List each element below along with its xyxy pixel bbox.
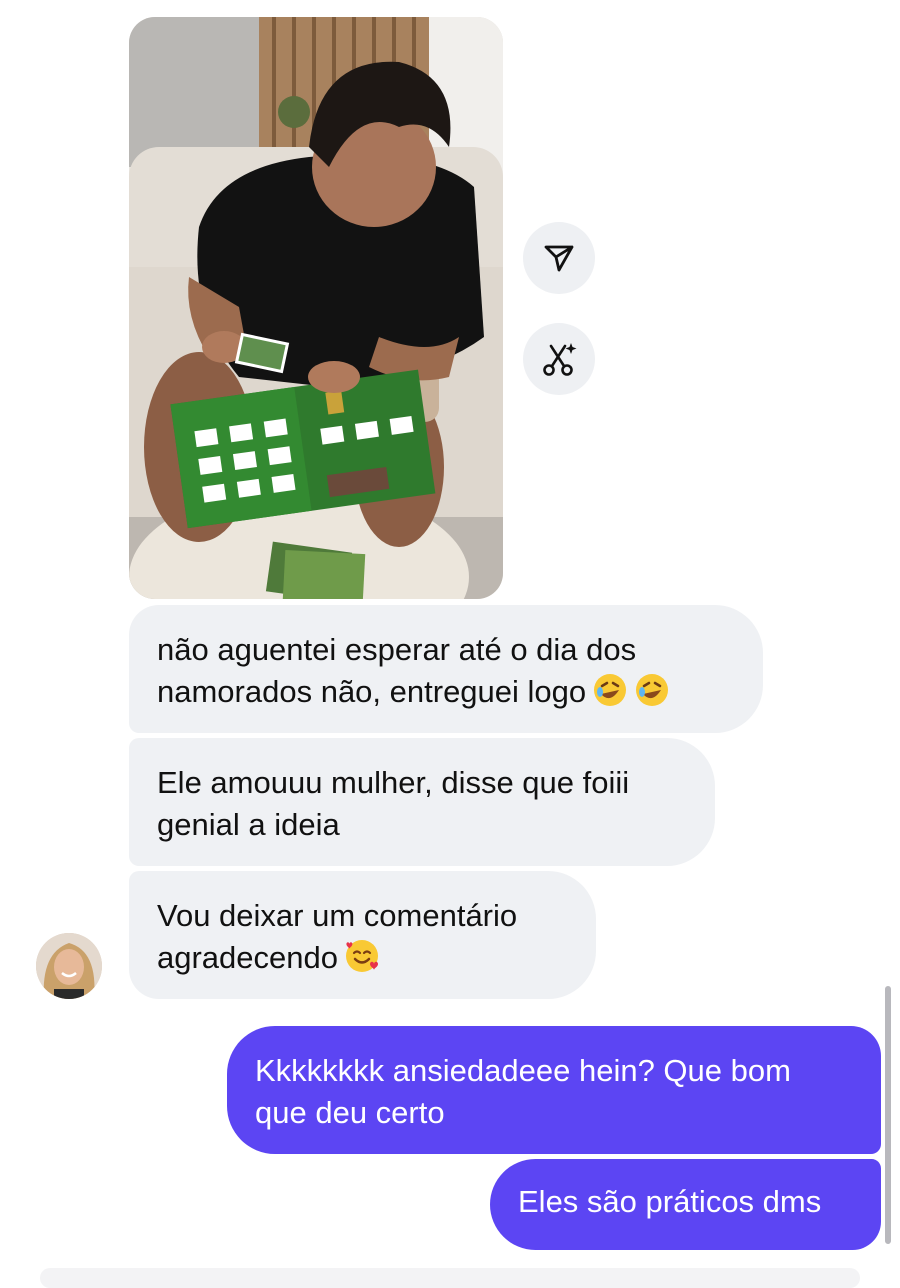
avatar-image [36,933,102,999]
incoming-message[interactable]: Ele amouuu mulher, disse que foiii genia… [129,738,715,866]
share-icon [544,245,574,272]
message-text: Vou deixar um comentário agradecendo [157,898,518,975]
message-text: não aguentei esperar até o dia dos namor… [157,632,637,709]
ai-cutout-button[interactable] [523,323,595,395]
scrollbar[interactable] [885,986,891,1244]
smiling-face-with-hearts-emoji-icon [346,940,378,972]
share-button[interactable] [523,222,595,294]
outgoing-message[interactable]: Kkkkkkkk ansiedadeee hein? Que bom que d… [227,1026,881,1154]
incoming-message[interactable]: não aguentei esperar até o dia dos namor… [129,605,763,733]
message-text: Ele amouuu mulher, disse que foiii genia… [157,765,630,842]
incoming-message[interactable]: Vou deixar um comentário agradecendo [129,871,596,999]
sender-avatar[interactable] [36,933,102,999]
message-text: Eles são práticos dms [518,1184,822,1219]
photo-message[interactable] [129,17,503,599]
ai-scissors-icon [543,343,577,376]
photo-image [129,17,503,599]
composer-edge [40,1268,860,1288]
outgoing-message[interactable]: Eles são práticos dms [490,1159,881,1250]
rolling-laughing-emoji-icon [636,674,669,706]
rolling-laughing-emoji-icon [594,674,627,706]
message-text: Kkkkkkkk ansiedadeee hein? Que bom que d… [255,1053,791,1130]
